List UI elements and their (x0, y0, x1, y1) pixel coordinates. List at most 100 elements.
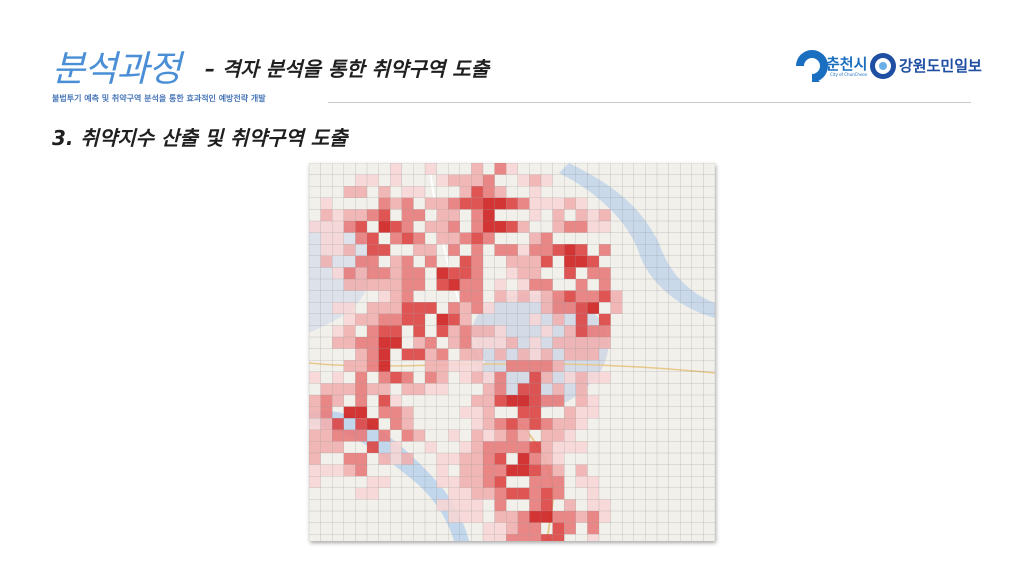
heat-cell (552, 209, 565, 221)
heat-cell (448, 267, 460, 279)
heat-cell (332, 441, 344, 453)
heat-cell (401, 429, 414, 442)
heat-cell (587, 348, 599, 361)
heat-cell (436, 383, 449, 395)
heat-cell (494, 511, 507, 523)
heat-cell (436, 313, 449, 326)
heat-cell (367, 174, 379, 187)
heat-cell (564, 302, 576, 314)
heat-cell (552, 418, 565, 430)
heat-cell (413, 209, 425, 221)
heat-cell (355, 186, 367, 198)
heat-cell (320, 244, 333, 256)
heat-cell (483, 476, 495, 488)
heat-cell (471, 163, 483, 175)
heat-cell (575, 476, 588, 488)
heat-cell (343, 279, 356, 291)
heat-cell (575, 290, 588, 303)
heat-cell (378, 325, 391, 337)
heat-cell (390, 406, 402, 419)
heat-cell (471, 418, 483, 430)
heat-cell (332, 232, 344, 245)
heat-cell (552, 453, 565, 465)
heat-cell (483, 232, 495, 245)
heat-cell (587, 290, 599, 303)
heat-cell (494, 337, 507, 349)
heat-cell (483, 337, 495, 349)
heat-cell (355, 209, 367, 221)
heat-cell (587, 302, 599, 314)
heat-cell (320, 197, 333, 210)
heat-cell (483, 371, 495, 384)
heat-cell (494, 499, 507, 511)
heat-cell (436, 232, 449, 245)
page-title-description: – 격자 분석을 통한 취약구역 도출 (205, 57, 490, 81)
heat-cell (552, 290, 565, 303)
heat-cell (320, 406, 333, 419)
heat-cell (413, 279, 425, 291)
heat-cell (494, 534, 507, 541)
heat-cell (483, 534, 495, 541)
heat-cell (552, 313, 565, 326)
heat-cell (436, 209, 449, 221)
heat-cell (425, 244, 437, 256)
heat-cell (506, 221, 518, 233)
heat-cell (494, 441, 507, 453)
heat-cell (529, 511, 541, 523)
heat-cell (378, 429, 391, 442)
heat-cell (552, 337, 565, 349)
heat-cell (541, 429, 553, 442)
heat-cell (332, 395, 344, 407)
heat-cell (436, 453, 449, 465)
heat-cell (575, 313, 588, 326)
heat-cell (506, 429, 518, 442)
heat-cell (483, 487, 495, 500)
heat-cell (401, 267, 414, 279)
heat-cell (506, 522, 518, 535)
heat-cell (309, 464, 321, 477)
heat-cell (541, 348, 553, 361)
heat-cell (529, 290, 541, 303)
heat-cell (517, 279, 530, 291)
heat-cell (483, 197, 495, 210)
heat-cell (575, 244, 588, 256)
heat-cell (471, 325, 483, 337)
heat-cell (599, 313, 611, 326)
heat-cell (587, 371, 599, 384)
heat-cell (564, 441, 576, 453)
heat-cell (378, 371, 391, 384)
heat-cell (564, 429, 576, 442)
heat-cell (332, 383, 344, 395)
heat-cell (587, 487, 599, 500)
heat-cell (448, 244, 460, 256)
heat-cell (436, 267, 449, 279)
heat-cell (367, 325, 379, 337)
heat-cell (541, 255, 553, 268)
heat-cell (517, 511, 530, 523)
heat-cell (552, 302, 565, 314)
heat-cell (541, 487, 553, 500)
heat-cell (332, 418, 344, 430)
heat-cell (367, 476, 379, 488)
heat-cell (378, 197, 391, 210)
subtitle-divider (328, 102, 971, 103)
heat-cell (355, 255, 367, 268)
heat-cell (378, 186, 391, 198)
heat-cell (448, 360, 460, 372)
heat-cell (564, 221, 576, 233)
logo-area: 춘천시 City of ChunCheon 강원도민일보 (792, 44, 982, 88)
heat-cell (309, 429, 321, 442)
heat-cell (367, 232, 379, 245)
heat-cell (448, 232, 460, 245)
heat-cell (506, 395, 518, 407)
heat-cell (459, 360, 472, 372)
heat-cell (575, 383, 588, 395)
heat-cell (575, 209, 588, 221)
heat-cell (471, 499, 483, 511)
heat-cell (471, 209, 483, 221)
heat-cell (494, 325, 507, 337)
heat-cell (413, 348, 425, 361)
heat-cell (459, 464, 472, 477)
heat-cell (309, 221, 321, 233)
newspaper-name: 강원도민일보 (899, 57, 982, 75)
